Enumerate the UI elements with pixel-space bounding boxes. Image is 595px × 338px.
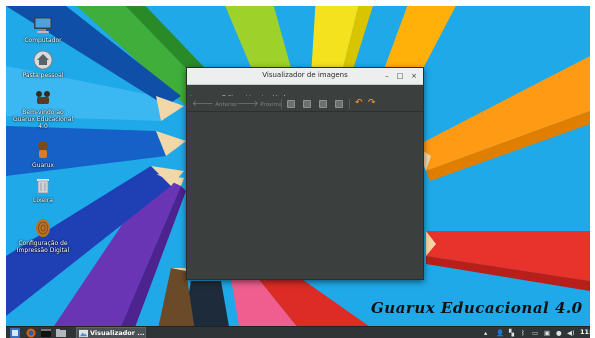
toolbar-separator: [281, 99, 282, 109]
network-icon[interactable]: ▚: [509, 329, 514, 337]
file-manager-icon[interactable]: [56, 328, 66, 338]
desktop-icon-home-folder[interactable]: Pasta pessoal: [11, 49, 75, 79]
window-titlebar[interactable]: Visualizador de imagens – □ ×: [187, 68, 423, 85]
desktop-icon-label: Bem-vindo ao Guarux Educacional 4.0: [12, 109, 74, 130]
maximize-button[interactable]: □: [395, 71, 405, 81]
image-viewer-window: Visualizador de imagens – □ × ImagemEdit…: [186, 67, 424, 280]
rotate-left-icon[interactable]: ↶: [355, 98, 363, 108]
desktop-icon-trash[interactable]: Lixeira: [11, 174, 75, 204]
zoom-in-icon[interactable]: [287, 100, 295, 108]
desktop-icon-label: Lixeira: [33, 197, 53, 204]
desktop-icon-welcome[interactable]: Bem-vindo ao Guarux Educacional 4.0: [11, 86, 75, 130]
display-icon[interactable]: ▣: [544, 329, 550, 337]
desktop-icon-label: Guarux: [32, 162, 54, 169]
battery-icon[interactable]: ▭: [532, 329, 538, 337]
clock[interactable]: 11:: [580, 328, 590, 336]
desktop-icon-guarux[interactable]: Guarux: [11, 139, 75, 169]
menu-launcher-icon[interactable]: [10, 328, 20, 338]
arrow-right-icon: 🡒: [237, 99, 259, 108]
terminal-icon[interactable]: [41, 328, 51, 338]
next-button[interactable]: 🡒 Próxima: [237, 99, 282, 109]
desktop-icon-label: Computador: [24, 37, 62, 44]
zoom-normal-icon[interactable]: [319, 100, 327, 108]
user-icon[interactable]: 👤: [496, 329, 504, 337]
taskbar: Visualizador ... ▴ 👤 ▚ ᛒ ▭ ▣ ● ◀) 11:: [6, 326, 590, 338]
desktop-icon-fingerprint[interactable]: Configuração de Impressão Digital: [11, 217, 75, 254]
menu-bar: ImagemEditarVerIrAjuda: [187, 85, 423, 102]
bluetooth-icon[interactable]: ᛒ: [521, 329, 525, 337]
mascot-icon: [38, 141, 48, 158]
home-folder-icon: [33, 50, 53, 70]
image-viewer-icon: [79, 329, 88, 338]
zoom-out-icon[interactable]: [303, 100, 311, 108]
next-label: Próxima: [260, 102, 283, 108]
close-button[interactable]: ×: [409, 71, 419, 81]
minimize-button[interactable]: –: [382, 71, 392, 81]
fingerprint-icon: [36, 219, 50, 237]
desktop: Computador Pasta pessoal Bem-vindo ao Gu…: [6, 6, 590, 338]
desktop-icon-label: Pasta pessoal: [22, 72, 64, 79]
taskbar-window-label: Visualizador ...: [90, 329, 145, 337]
toolbar-separator: [349, 99, 350, 109]
computer-icon: [34, 17, 52, 33]
microphone-icon[interactable]: ●: [556, 329, 562, 337]
image-canvas[interactable]: [187, 113, 423, 279]
tray-up-arrow-icon[interactable]: ▴: [484, 329, 487, 337]
welcome-icon: [36, 91, 50, 104]
previous-label: Anterior: [215, 102, 238, 108]
arrow-left-icon: 🡐: [192, 99, 214, 108]
zoom-fit-icon[interactable]: [335, 100, 343, 108]
wallpaper-brand-text: Guarux Educacional 4.0: [371, 299, 583, 317]
previous-button[interactable]: 🡐 Anterior: [192, 99, 237, 109]
rotate-right-icon[interactable]: ↷: [368, 98, 376, 108]
firefox-icon[interactable]: [26, 328, 36, 338]
desktop-icon-label: Configuração de Impressão Digital: [16, 240, 70, 254]
trash-icon: [37, 179, 49, 194]
desktop-icon-computer[interactable]: Computador: [11, 14, 75, 44]
volume-icon[interactable]: ◀): [567, 329, 575, 337]
toolbar: 🡐 Anterior 🡒 Próxima ↶ ↷: [187, 96, 423, 112]
taskbar-window-button[interactable]: Visualizador ...: [76, 327, 146, 338]
